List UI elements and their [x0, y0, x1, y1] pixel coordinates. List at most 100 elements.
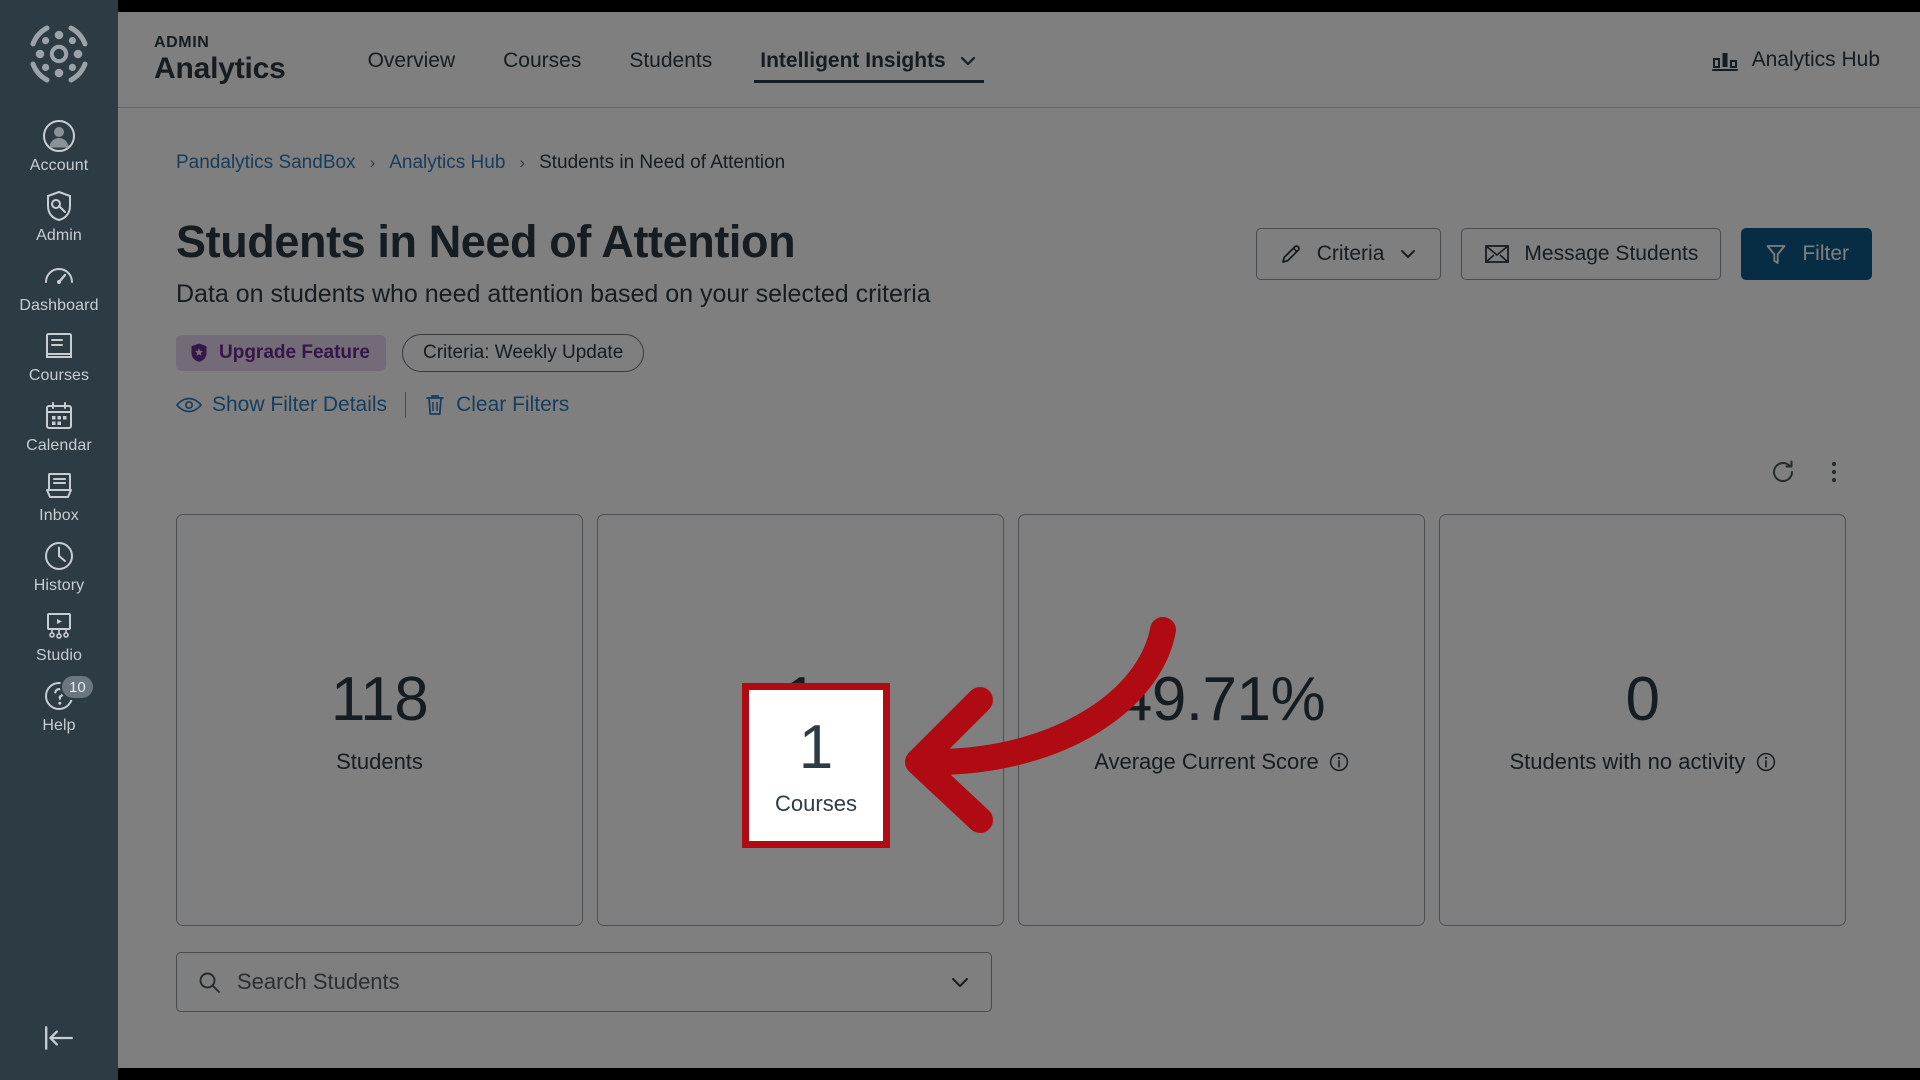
sidebar-item-label: Dashboard: [19, 297, 99, 314]
search-row: Search Students: [176, 952, 1872, 1012]
criteria-button-label: Criteria: [1316, 242, 1385, 265]
sidebar-item-label: Inbox: [39, 507, 79, 524]
stat-label-text: Students with no activity: [1509, 749, 1746, 774]
sidebar-item-dashboard[interactable]: Dashboard: [0, 252, 118, 322]
kebab-menu-icon[interactable]: [1830, 459, 1838, 485]
help-badge-count: 10: [60, 674, 95, 700]
page-subtitle: Data on students who need attention base…: [176, 280, 931, 308]
tab-label: Courses: [503, 48, 582, 72]
courses-card-highlight[interactable]: 1 Courses: [742, 683, 890, 848]
stat-label: Students with no activity: [1509, 749, 1775, 775]
breadcrumb: Pandalytics SandBox › Analytics Hub › St…: [176, 152, 1872, 174]
book-icon: [42, 329, 76, 363]
gauge-icon: [42, 259, 76, 293]
filter-links-row: Show Filter Details Clear Filters: [176, 392, 1872, 418]
tab-students[interactable]: Students: [605, 23, 736, 97]
criteria-pill-label: Criteria: Weekly Update: [422, 342, 624, 363]
clear-filters-link[interactable]: Clear Filters: [424, 393, 569, 417]
stat-label: Students: [336, 749, 423, 775]
stat-label: Average Current Score: [1094, 749, 1349, 775]
refresh-icon[interactable]: [1770, 459, 1796, 485]
tab-intelligent-insights[interactable]: Intelligent Insights: [736, 23, 1002, 97]
sidebar-item-label: History: [33, 577, 85, 594]
tab-label: Students: [629, 48, 713, 72]
brand-kicker: ADMIN: [154, 33, 210, 51]
chevron-down-icon: [958, 51, 978, 71]
sidebar-item-label: Help: [42, 717, 76, 734]
sidebar-item-inbox[interactable]: Inbox: [0, 462, 118, 532]
eye-icon: [176, 396, 202, 414]
sidebar-item-studio[interactable]: Studio: [0, 602, 118, 672]
breadcrumb-separator: ›: [369, 153, 376, 172]
trash-icon: [424, 393, 446, 417]
collapse-left-arrow-icon[interactable]: [0, 1022, 118, 1054]
title-block: Students in Need of Attention Data on st…: [176, 216, 1256, 310]
breadcrumb-current: Students in Need of Attention: [539, 152, 786, 173]
studio-screen-icon: [42, 609, 76, 643]
calendar-icon: [42, 399, 76, 433]
tab-courses[interactable]: Courses: [479, 23, 605, 97]
clock-icon: [42, 539, 76, 573]
search-icon: [197, 970, 221, 994]
sidebar-item-help[interactable]: 10 Help: [0, 672, 118, 742]
canvas-logo[interactable]: [27, 22, 91, 86]
app-top-navigation: Overview Courses Students Intelligent In…: [344, 23, 1002, 97]
tab-label: Intelligent Insights: [760, 48, 946, 72]
sidebar-item-history[interactable]: History: [0, 532, 118, 602]
shield-star-icon: [189, 342, 209, 364]
breadcrumb-analytics-hub[interactable]: Analytics Hub: [389, 152, 505, 174]
envelope-icon: [1484, 243, 1510, 265]
search-placeholder: Search Students: [237, 969, 400, 994]
sidebar-item-label: Studio: [36, 647, 82, 664]
upgrade-feature-label: Upgrade Feature: [219, 342, 370, 363]
message-students-button[interactable]: Message Students: [1461, 228, 1722, 280]
message-students-label: Message Students: [1524, 242, 1699, 265]
sidebar-item-courses[interactable]: Courses: [0, 322, 118, 392]
stat-label-text: Average Current Score: [1094, 749, 1319, 774]
info-icon[interactable]: [1329, 752, 1349, 772]
page-title: Students in Need of Attention: [176, 216, 796, 267]
analytics-hub-label: Analytics Hub: [1751, 47, 1880, 71]
pencil-icon: [1279, 242, 1303, 266]
tab-label: Overview: [367, 48, 456, 72]
highlight-stat-value: 1: [798, 712, 834, 782]
bar-chart-icon: [1711, 48, 1738, 72]
application-area: ADMIN Analytics Overview Courses Student…: [118, 12, 1920, 1068]
breadcrumb-separator: ›: [519, 153, 526, 172]
app-brand: ADMIN Analytics: [154, 34, 286, 86]
stat-card-students-no-activity[interactable]: 0 Students with no activity: [1439, 514, 1846, 926]
stat-value: 0: [1625, 665, 1660, 734]
criteria-button[interactable]: Criteria: [1255, 228, 1442, 280]
filter-button[interactable]: Filter: [1741, 228, 1872, 280]
upgrade-feature-badge: Upgrade Feature: [176, 335, 386, 371]
stat-value: 118: [330, 665, 429, 734]
chevron-down-icon: [1398, 244, 1418, 264]
show-filter-details-label: Show Filter Details: [212, 393, 388, 416]
stat-label-text: Students: [336, 749, 423, 774]
sidebar-item-account[interactable]: Account: [0, 112, 118, 182]
card-toolbar: [176, 452, 1872, 492]
sidebar-item-label: Account: [29, 157, 89, 174]
show-filter-details-link[interactable]: Show Filter Details: [176, 393, 387, 417]
analytics-hub-link[interactable]: Analytics Hub: [1711, 47, 1880, 72]
info-icon[interactable]: [1756, 752, 1776, 772]
chevron-down-icon[interactable]: [949, 971, 971, 993]
breadcrumb-root[interactable]: Pandalytics SandBox: [176, 152, 356, 174]
search-students-input[interactable]: Search Students: [176, 952, 992, 1012]
stat-card-average-current-score[interactable]: 49.71% Average Current Score: [1018, 514, 1425, 926]
shield-wrench-icon: [42, 189, 76, 223]
link-divider: [405, 392, 407, 418]
global-navigation: Account Admin Dashboard Courses Calendar…: [0, 0, 118, 1080]
sidebar-item-admin[interactable]: Admin: [0, 182, 118, 252]
user-avatar-icon: [42, 119, 76, 153]
tab-overview[interactable]: Overview: [344, 23, 480, 97]
page-content: Pandalytics SandBox › Analytics Hub › St…: [118, 108, 1920, 1012]
stat-cards: 118 Students 1 Courses 49.71% Average Cu…: [176, 514, 1872, 926]
sidebar-item-calendar[interactable]: Calendar: [0, 392, 118, 462]
sidebar-item-label: Admin: [36, 227, 82, 244]
clear-filters-label: Clear Filters: [456, 393, 570, 416]
inbox-tray-icon: [42, 469, 76, 503]
brand-title: Analytics: [154, 51, 286, 85]
sidebar-item-label: Calendar: [26, 437, 92, 454]
stat-card-students[interactable]: 118 Students: [176, 514, 583, 926]
